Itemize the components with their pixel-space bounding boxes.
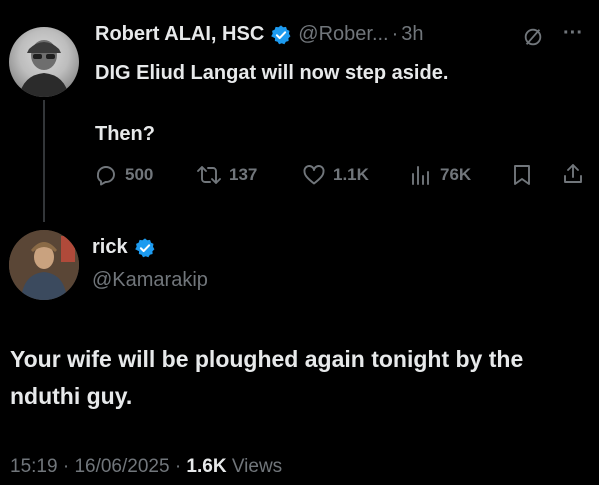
like-count: 1.1K — [333, 165, 369, 184]
reply-views-count: 1.6K — [186, 456, 227, 477]
thread-connector-line — [43, 100, 45, 222]
parent-avatar[interactable] — [9, 27, 79, 97]
parent-text-line2: Then? — [95, 123, 155, 145]
reply-views-label: Views — [231, 456, 283, 477]
views-count: 76K — [440, 165, 472, 184]
bar-chart-icon — [409, 163, 433, 187]
parent-header: Robert ALAI, HSC @Rober... · 3h — [95, 23, 424, 46]
reply-text: Your wife will be ploughed again tonight… — [10, 346, 524, 409]
separator-dot: · — [391, 23, 399, 45]
heart-icon — [302, 163, 326, 187]
parent-age[interactable]: 3h — [401, 23, 423, 46]
reply-display-name[interactable]: rick — [92, 236, 128, 259]
bookmark-icon — [511, 163, 533, 187]
avatar-photo — [19, 40, 69, 97]
bookmark-button[interactable] — [511, 163, 533, 187]
reply-avatar[interactable] — [9, 230, 79, 300]
reply-button[interactable]: 500 — [94, 163, 153, 187]
parent-text-line1: DIG Eliud Langat will now step aside. — [95, 62, 449, 84]
reply-meta: 15:19 · 16/06/2025 · 1.6K Views — [10, 456, 282, 478]
parent-display-name[interactable]: Robert ALAI, HSC — [95, 23, 264, 46]
repost-icon — [196, 163, 222, 187]
avatar-photo — [9, 230, 79, 300]
verified-badge-icon — [134, 237, 156, 259]
share-icon — [561, 162, 585, 186]
views-button[interactable]: 76K — [409, 163, 471, 187]
reply-count: 500 — [125, 165, 154, 184]
repost-count: 137 — [229, 165, 258, 184]
reply-time[interactable]: 15:19 — [10, 456, 58, 477]
share-button[interactable] — [561, 162, 585, 186]
reply-header: rick — [92, 236, 162, 259]
slashed-circle-icon[interactable] — [522, 26, 544, 48]
parent-handle[interactable]: @Rober... — [298, 23, 388, 46]
comment-icon — [94, 163, 118, 187]
separator-dot: · — [174, 456, 182, 477]
like-button[interactable]: 1.1K — [302, 163, 369, 187]
reply-date[interactable]: 16/06/2025 — [74, 456, 169, 477]
separator-dot: · — [62, 456, 70, 477]
verified-badge-icon — [270, 24, 292, 46]
reply-handle[interactable]: @Kamarakip — [92, 269, 208, 292]
more-icon[interactable]: ··· — [563, 22, 583, 45]
repost-button[interactable]: 137 — [196, 163, 257, 187]
